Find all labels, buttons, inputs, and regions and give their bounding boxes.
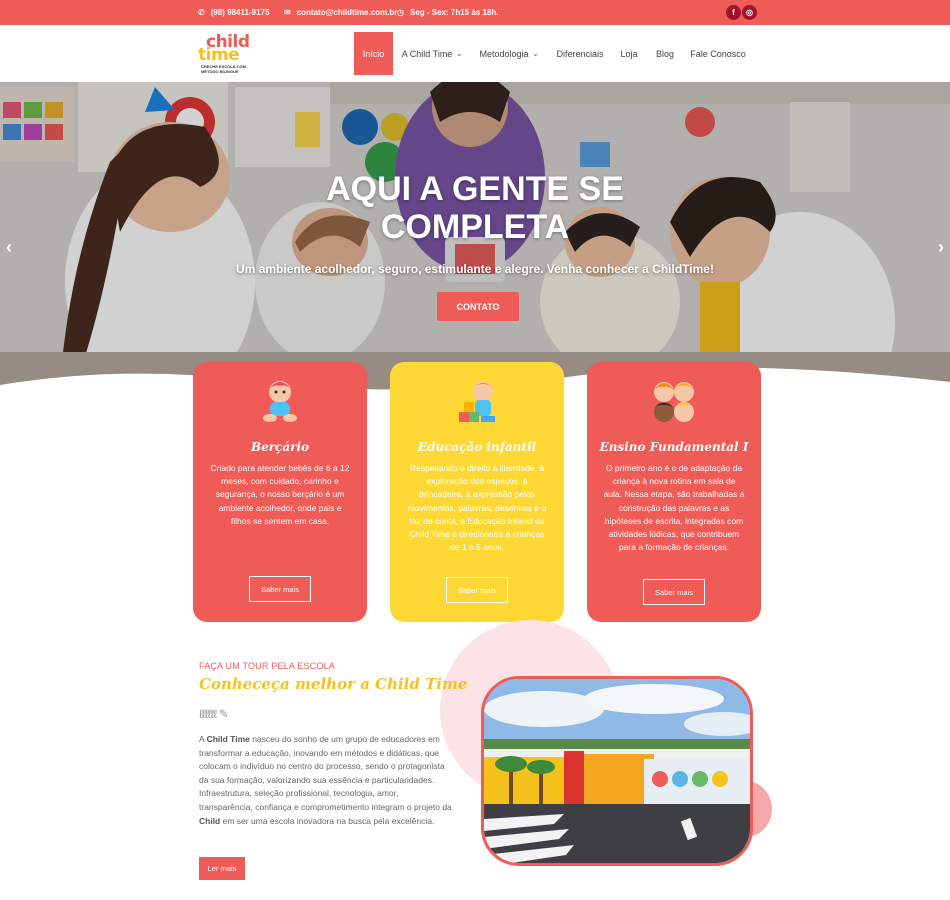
phone-icon: ✆ — [198, 8, 205, 17]
facebook-icon[interactable]: f — [726, 5, 741, 20]
card-title: Educação infantil — [417, 440, 537, 454]
phone-text: (98) 98411-9175 — [210, 8, 270, 17]
top-bar: ✆ (98) 98411-9175 ✉ contato@childtime.co… — [0, 0, 950, 25]
nav-label: Diferenciais — [556, 48, 604, 59]
nav-label: Loja — [620, 48, 638, 59]
nav-item-loja[interactable]: Loja — [616, 32, 642, 75]
card-educacao-infantil: Educação infantil Respeitando o direito … — [390, 362, 564, 622]
nav-label: Fale Conosco — [690, 48, 746, 59]
saber-mais-button[interactable]: Saber mais — [446, 577, 508, 603]
ler-mais-button[interactable]: Ler mais — [199, 857, 245, 880]
children-faces-icon — [654, 382, 694, 422]
baby-icon — [263, 381, 297, 422]
nav-item-a-child-time[interactable]: A Child Time ⌄ — [397, 32, 467, 75]
about-text-bold: Child Time — [206, 734, 250, 744]
chevron-down-icon: ⌄ — [532, 50, 539, 58]
section-kicker: FAÇA UM TOUR PELA ESCOLA — [199, 661, 336, 671]
logo-tagline: CRECHE ESCOLA COM MÉTODO BILÍNGUE — [201, 64, 246, 74]
slider-prev-icon[interactable]: ‹ — [6, 237, 12, 258]
card-text: Respeitando o direito à liberdade, à exp… — [407, 463, 547, 553]
chevron-down-icon: ⌄ — [456, 50, 463, 58]
nav-item-inicio[interactable]: Início — [354, 32, 393, 75]
nav-item-diferenciais[interactable]: Diferenciais — [552, 32, 608, 75]
nav-label: Metodologia — [479, 48, 529, 59]
school-building-image — [484, 679, 750, 863]
about-paragraph: A Child Time nasceu do sonho de um grupo… — [199, 733, 454, 828]
slider-next-icon[interactable]: › — [938, 237, 944, 258]
hours-info: ◷ Seg - Sex: 7h15 às 18h. — [397, 8, 498, 17]
hours-text: Seg - Sex: 7h15 às 18h. — [409, 8, 499, 17]
hero-title-line1: AQUI A GENTE SE — [326, 170, 624, 208]
about-text-bold: Child — [199, 815, 221, 826]
instagram-icon[interactable]: ◎ — [742, 5, 757, 20]
school-building-photo — [481, 676, 753, 866]
saber-mais-button[interactable]: Saber mais — [249, 576, 311, 602]
nav-label: Início — [362, 48, 385, 59]
facebook-glyph: f — [732, 8, 735, 17]
about-text-part: A — [199, 734, 207, 744]
card-ensino-fundamental: Ensino Fundamental I O primeiro ano é o … — [587, 362, 761, 622]
hero-subtitle: Um ambiente acolhedor, seguro, estimulan… — [236, 262, 714, 276]
phone-contact[interactable]: ✆ (98) 98411-9175 — [198, 8, 269, 17]
nav-item-fale-conosco[interactable]: Fale Conosco — [688, 32, 748, 75]
envelope-icon: ✉ — [284, 8, 291, 17]
logo[interactable]: child time CRECHE ESCOLA COM MÉTODO BILÍ… — [198, 34, 254, 76]
card-text: Criado para atender bebês de 6 a 12 mese… — [210, 463, 350, 526]
nav-label: A Child Time — [401, 48, 453, 59]
saber-mais-button[interactable]: Saber mais — [643, 579, 705, 605]
about-text-part: em ser uma escola inovadora na busca pel… — [220, 815, 435, 826]
email-contact[interactable]: ✉ contato@childtime.com.br — [284, 8, 397, 17]
card-text: O primeiro ano é o de adaptação da crian… — [603, 463, 745, 553]
child-blocks-icon — [459, 381, 495, 422]
contact-button[interactable]: CONTATO — [437, 292, 519, 321]
card-title: Berçário — [250, 440, 310, 454]
nav-item-blog[interactable]: Blog — [650, 32, 680, 75]
card-title: Ensino Fundamental I — [599, 440, 749, 454]
squiggle-divider-icon: ℓℓℓℓℓℓ ✎ — [199, 707, 229, 721]
about-text-part: nasceu do sonho de um grupo de educadore… — [199, 734, 452, 812]
card-bercario: Berçário Criado para atender bebês de 6 … — [193, 362, 367, 622]
hero-title: AQUI A GENTE SE COMPLETA — [0, 170, 950, 246]
hero-title-line2: COMPLETA — [380, 208, 570, 246]
hero-slider: AQUI A GENTE SE COMPLETA Um ambiente aco… — [0, 82, 950, 402]
section-title: Conheceça melhor a Child Time — [199, 675, 468, 693]
nav-label: Blog — [655, 48, 674, 59]
clock-icon: ◷ — [397, 8, 404, 17]
logo-word-time: time — [198, 45, 240, 65]
instagram-glyph: ◎ — [746, 8, 753, 17]
email-text: contato@childtime.com.br — [296, 8, 398, 17]
nav-item-metodologia[interactable]: Metodologia ⌄ — [475, 32, 543, 75]
